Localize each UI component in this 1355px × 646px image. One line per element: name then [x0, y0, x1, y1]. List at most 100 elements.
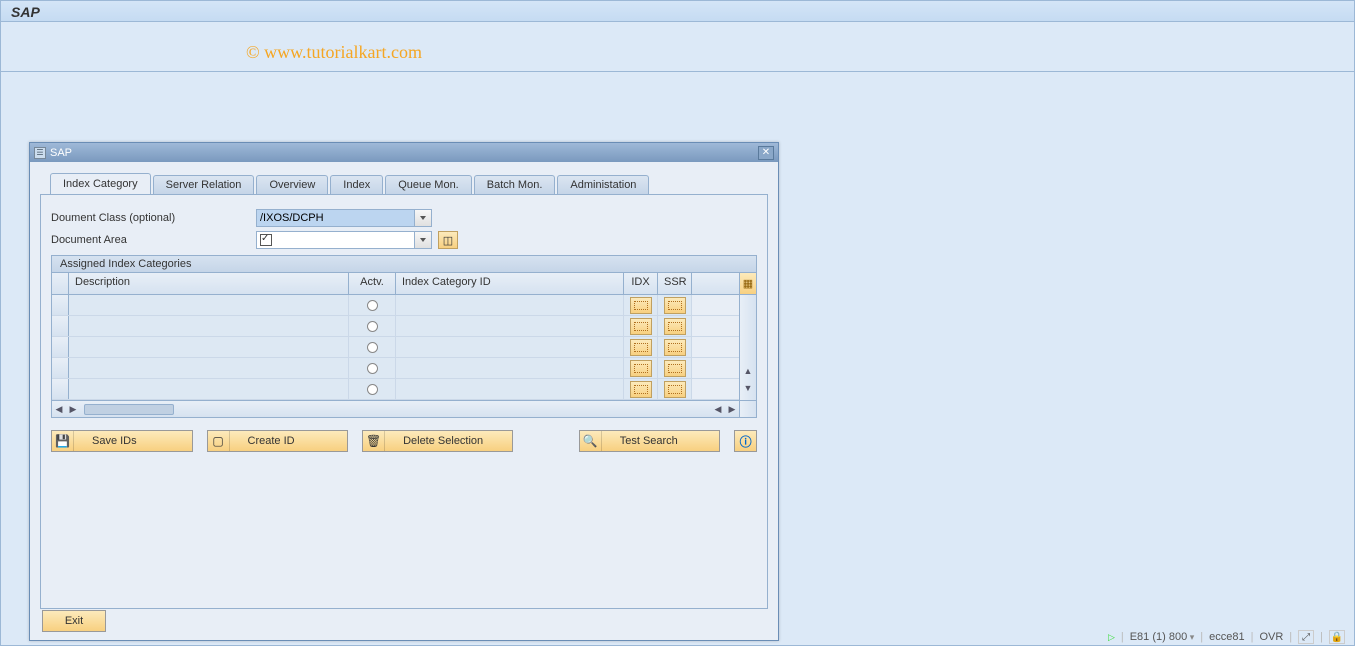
radio-icon[interactable]: [367, 384, 378, 395]
cell-description[interactable]: [69, 295, 349, 315]
table-row[interactable]: [52, 379, 739, 400]
tab-overview[interactable]: Overview: [256, 175, 328, 194]
create-id-button[interactable]: ▢ Create ID: [207, 430, 349, 452]
cell-idx[interactable]: [624, 337, 658, 357]
ssr-action-icon[interactable]: [664, 381, 686, 398]
cell-idx[interactable]: [624, 295, 658, 315]
cell-actv[interactable]: [349, 337, 396, 357]
cell-ssr[interactable]: [658, 379, 692, 399]
radio-icon[interactable]: [367, 300, 378, 311]
table-row[interactable]: [52, 337, 739, 358]
grid-config-icon[interactable]: [740, 273, 756, 295]
tab-server-relation[interactable]: Server Relation: [153, 175, 255, 194]
document-class-f4-icon[interactable]: [414, 209, 432, 227]
scroll-right-end-icon[interactable]: ▶: [725, 404, 739, 415]
exit-label: Exit: [65, 615, 83, 627]
scroll-down-icon[interactable]: ▼: [740, 383, 756, 400]
cell-ssr[interactable]: [658, 316, 692, 336]
table-row[interactable]: [52, 295, 739, 316]
col-actv[interactable]: Actv.: [349, 273, 396, 294]
scroll-left-end-icon[interactable]: ◀: [711, 404, 725, 415]
grid-title: Assigned Index Categories: [52, 256, 756, 273]
cell-idx[interactable]: [624, 379, 658, 399]
row-selector[interactable]: [52, 295, 69, 315]
status-mode: OVR: [1259, 631, 1283, 643]
row-selector[interactable]: [52, 316, 69, 336]
cell-ssr[interactable]: [658, 295, 692, 315]
document-area-input[interactable]: [256, 231, 415, 249]
idx-action-icon[interactable]: [630, 381, 652, 398]
ssr-action-icon[interactable]: [664, 339, 686, 356]
cell-description[interactable]: [69, 316, 349, 336]
save-ids-label: Save IDs: [74, 435, 155, 447]
grid-horizontal-scrollbar[interactable]: ◀ ▶ ◀ ▶: [52, 400, 739, 417]
tab-queue-mon[interactable]: Queue Mon.: [385, 175, 472, 194]
create-id-label: Create ID: [230, 435, 313, 447]
idx-action-icon[interactable]: [630, 339, 652, 356]
cell-index-cat-id[interactable]: [396, 295, 624, 315]
status-lock-icon[interactable]: 🔒: [1329, 630, 1345, 644]
tab-batch-mon[interactable]: Batch Mon.: [474, 175, 556, 194]
col-index-category-id[interactable]: Index Category ID: [396, 273, 624, 294]
cell-idx[interactable]: [624, 358, 658, 378]
idx-action-icon[interactable]: [630, 318, 652, 335]
idx-action-icon[interactable]: [630, 360, 652, 377]
cell-index-cat-id[interactable]: [396, 358, 624, 378]
cell-actv[interactable]: [349, 358, 396, 378]
cell-ssr[interactable]: [658, 358, 692, 378]
ssr-action-icon[interactable]: [664, 360, 686, 377]
idx-action-icon[interactable]: [630, 297, 652, 314]
row-selector[interactable]: [52, 358, 69, 378]
search-icon: 🔍: [580, 431, 602, 451]
radio-icon[interactable]: [367, 342, 378, 353]
ssr-action-icon[interactable]: [664, 297, 686, 314]
document-area-action-icon[interactable]: ◫: [438, 231, 458, 249]
cell-ssr[interactable]: [658, 337, 692, 357]
grid-vertical-scrollbar[interactable]: ▲ ▼: [739, 273, 756, 417]
row-selector[interactable]: [52, 379, 69, 399]
scroll-left-icon[interactable]: ◀: [52, 404, 66, 415]
close-icon[interactable]: ✕: [758, 146, 774, 160]
status-system[interactable]: E81 (1) 800: [1130, 631, 1195, 643]
grid-assigned-index-categories: Assigned Index Categories Description Ac…: [51, 255, 757, 418]
info-button[interactable]: ⓘ: [734, 430, 757, 452]
dialog-titlebar[interactable]: ☰ SAP ✕: [30, 143, 778, 162]
cell-idx[interactable]: [624, 316, 658, 336]
document-area-label: Document Area: [51, 234, 256, 246]
row-selector[interactable]: [52, 337, 69, 357]
scroll-right-icon[interactable]: ▶: [66, 404, 80, 415]
divider: |: [1320, 631, 1323, 643]
test-search-button[interactable]: 🔍 Test Search: [579, 430, 721, 452]
tab-index-category[interactable]: Index Category: [50, 173, 151, 194]
status-layout-icon[interactable]: ⤢: [1298, 630, 1314, 644]
scroll-thumb[interactable]: [84, 404, 174, 415]
table-row[interactable]: [52, 316, 739, 337]
cell-actv[interactable]: [349, 379, 396, 399]
cell-actv[interactable]: [349, 316, 396, 336]
cell-description[interactable]: [69, 337, 349, 357]
radio-icon[interactable]: [367, 321, 378, 332]
cell-description[interactable]: [69, 379, 349, 399]
cell-description[interactable]: [69, 358, 349, 378]
cell-actv[interactable]: [349, 295, 396, 315]
table-row[interactable]: [52, 358, 739, 379]
document-area-f4-icon[interactable]: [414, 231, 432, 249]
ssr-action-icon[interactable]: [664, 318, 686, 335]
delete-selection-button[interactable]: 🗑 Delete Selection: [362, 430, 513, 452]
exit-button[interactable]: Exit: [42, 610, 106, 632]
delete-selection-label: Delete Selection: [385, 435, 501, 447]
cell-index-cat-id[interactable]: [396, 337, 624, 357]
cell-index-cat-id[interactable]: [396, 316, 624, 336]
tab-index[interactable]: Index: [330, 175, 383, 194]
document-class-input[interactable]: [256, 209, 415, 227]
col-idx[interactable]: IDX: [624, 273, 658, 294]
status-triangle-icon[interactable]: ▷: [1108, 632, 1115, 643]
col-description[interactable]: Description: [69, 273, 349, 294]
statusbar: ▷ | E81 (1) 800 | ecce81 | OVR | ⤢ | 🔒: [1108, 628, 1355, 646]
col-ssr[interactable]: SSR: [658, 273, 692, 294]
scroll-up-icon[interactable]: ▲: [740, 366, 756, 383]
radio-icon[interactable]: [367, 363, 378, 374]
cell-index-cat-id[interactable]: [396, 379, 624, 399]
tab-administration[interactable]: Administation: [557, 175, 649, 194]
save-ids-button[interactable]: 💾 Save IDs: [51, 430, 193, 452]
